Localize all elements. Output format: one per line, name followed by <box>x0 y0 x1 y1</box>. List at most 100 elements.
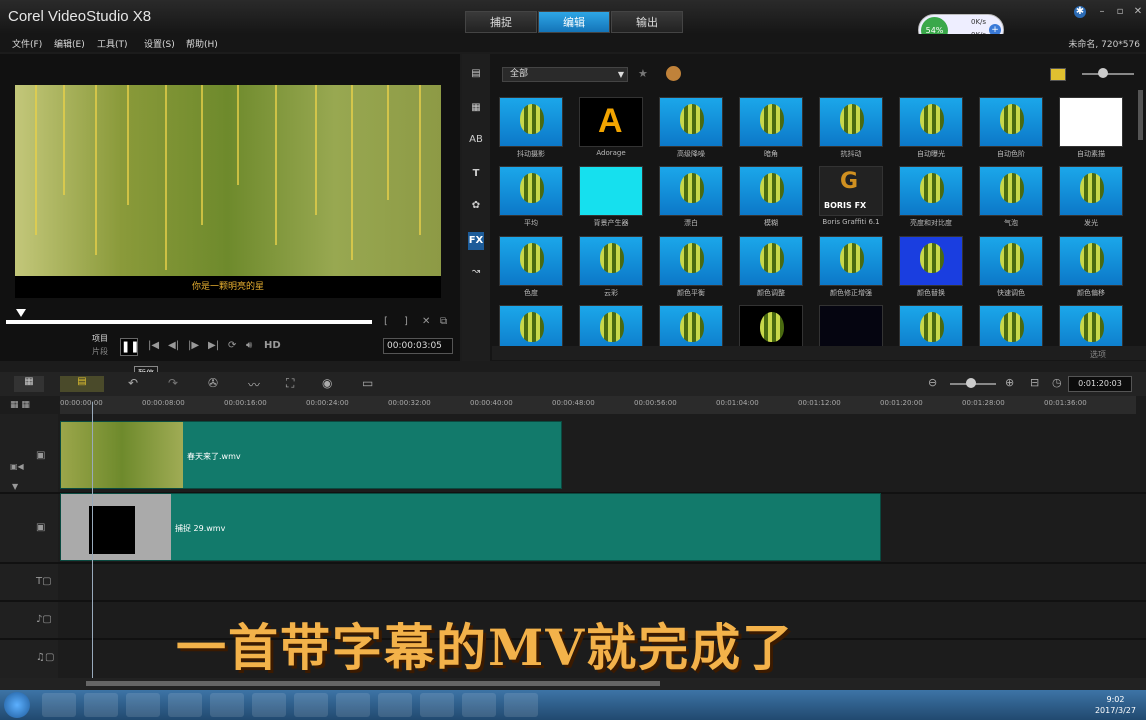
fit-project-icon[interactable]: ⊟ <box>1030 376 1039 389</box>
app-icon[interactable] <box>252 693 286 717</box>
filter-thumbnail[interactable] <box>739 166 803 216</box>
menu-edit[interactable]: 编辑(E) <box>54 37 85 50</box>
filter-thumbnail[interactable] <box>659 97 723 147</box>
instant-project-icon[interactable]: ▦ <box>468 102 484 116</box>
track-manager-icon[interactable]: ▦ ▦ <box>10 400 30 410</box>
chrome-icon[interactable] <box>294 693 328 717</box>
expand-icon[interactable]: ▼ <box>12 482 18 491</box>
scrubber-handle[interactable] <box>16 309 26 317</box>
transition-icon[interactable]: AB <box>468 134 484 148</box>
zoom-handle[interactable] <box>966 378 976 388</box>
mark-out-button[interactable]: ] <box>404 316 408 327</box>
filter-thumbnail[interactable] <box>499 166 563 216</box>
help-icon[interactable]: ✱ <box>1074 6 1086 18</box>
filter-thumbnail[interactable] <box>1059 236 1123 286</box>
volume-icon[interactable]: 🔊︎ <box>246 340 252 351</box>
tab-edit[interactable]: 编辑 <box>538 11 610 33</box>
app-icon[interactable] <box>168 693 202 717</box>
multicam-icon[interactable]: ◉ <box>322 376 332 390</box>
minimize-button[interactable]: – <box>1096 6 1108 18</box>
hd-toggle[interactable]: HD <box>264 340 281 351</box>
app-icon[interactable] <box>420 693 454 717</box>
filter-thumbnail[interactable]: A <box>579 97 643 147</box>
audio-wave-icon[interactable]: 〰 <box>248 376 260 393</box>
mode-project[interactable]: 项目 <box>92 333 108 344</box>
filter-thumbnail[interactable] <box>579 236 643 286</box>
thumb-size-slider[interactable] <box>1082 73 1134 75</box>
zoom-out-icon[interactable]: ⊖ <box>928 376 937 389</box>
path-icon[interactable]: ↝ <box>468 266 484 280</box>
subtitle-icon[interactable]: ▭ <box>362 376 373 390</box>
filter-thumbnail[interactable] <box>499 236 563 286</box>
category-dropdown[interactable]: 全部 ▼ <box>502 67 628 82</box>
timeline-ruler[interactable]: 00:00:00:00 00:00:08:00 00:00:16:00 00:00:2… <box>60 396 1136 414</box>
motion-track-icon[interactable]: ⛶ <box>286 376 294 391</box>
menu-settings[interactable]: 设置(S) <box>144 37 175 50</box>
zoom-in-icon[interactable]: ⊕ <box>1005 376 1014 389</box>
filter-thumbnail[interactable] <box>659 236 723 286</box>
pause-button[interactable]: ❚❚ <box>120 338 139 356</box>
split-icon[interactable]: ✕ <box>422 316 430 327</box>
undo-icon[interactable]: ↶ <box>128 376 138 390</box>
playhead[interactable] <box>92 402 93 678</box>
menu-help[interactable]: 帮助(H) <box>186 37 218 50</box>
close-button[interactable]: ✕ <box>1132 6 1144 18</box>
filter-thumbnail[interactable] <box>579 166 643 216</box>
baidu-icon[interactable] <box>210 693 244 717</box>
fx-filter-icon[interactable]: FX <box>468 232 484 250</box>
word-icon[interactable] <box>378 693 412 717</box>
qq-icon[interactable] <box>336 693 370 717</box>
view-icon[interactable] <box>1050 68 1066 81</box>
filter-thumbnail[interactable] <box>899 166 963 216</box>
star-filter-icon[interactable]: ★ <box>638 67 648 80</box>
filter-thumbnail[interactable] <box>659 166 723 216</box>
start-button[interactable] <box>4 692 30 718</box>
filter-thumbnail[interactable] <box>979 166 1043 216</box>
thumb-size-handle[interactable] <box>1098 68 1108 78</box>
graphics-icon[interactable]: ✿ <box>468 200 484 214</box>
filter-thumbnail[interactable] <box>819 97 883 147</box>
filter-thumbnail[interactable] <box>499 97 563 147</box>
mark-in-button[interactable]: [ <box>384 316 388 327</box>
filter-thumbnail[interactable] <box>1059 97 1123 147</box>
app-icon[interactable] <box>504 693 538 717</box>
repeat-icon[interactable]: ⟳ <box>228 340 236 351</box>
filter-thumbnail[interactable] <box>899 97 963 147</box>
mixer-icon[interactable]: ✇ <box>208 376 218 390</box>
filter-thumbnail[interactable] <box>819 236 883 286</box>
skip-end-icon[interactable]: ▶| <box>208 340 219 351</box>
overlay-clip[interactable]: 捕捉 29.wmv <box>60 493 881 561</box>
videostudio-icon[interactable] <box>462 693 496 717</box>
filter-thumbnail[interactable] <box>979 236 1043 286</box>
scroll-thumb[interactable] <box>86 681 660 686</box>
menu-file[interactable]: 文件(F) <box>12 37 42 50</box>
mode-clip[interactable]: 片段 <box>92 346 108 357</box>
tab-capture[interactable]: 捕捉 <box>465 11 537 33</box>
get-more-icon[interactable] <box>666 66 681 81</box>
prev-frame-icon[interactable]: ◀| <box>168 340 179 351</box>
redo-icon[interactable]: ↷ <box>168 376 178 390</box>
storyboard-view-icon[interactable]: ▦ <box>14 376 44 392</box>
video-clip[interactable]: 春天来了.wmv <box>60 421 562 489</box>
scrubber-bar[interactable] <box>6 320 372 324</box>
folder-icon[interactable] <box>84 693 118 717</box>
filter-thumbnail[interactable]: G BORIS FX <box>819 166 883 216</box>
skip-start-icon[interactable]: |◀ <box>148 340 159 351</box>
tab-share[interactable]: 输出 <box>611 11 683 33</box>
media-player-icon[interactable] <box>126 693 160 717</box>
filter-thumbnail[interactable] <box>739 236 803 286</box>
track-lock-icon[interactable]: ▣◀ <box>10 462 24 471</box>
media-icon[interactable]: ▤ <box>468 68 484 82</box>
timecode-field[interactable]: 00:00:03:05 <box>383 338 453 354</box>
ie-icon[interactable] <box>42 693 76 717</box>
filter-thumbnail[interactable] <box>899 236 963 286</box>
timeline-scrollbar[interactable] <box>0 678 1146 690</box>
filter-thumbnail[interactable] <box>739 97 803 147</box>
title-icon[interactable]: T <box>468 168 484 182</box>
enlarge-icon[interactable]: ⧉ <box>440 316 447 327</box>
library-scrollbar[interactable] <box>1138 90 1143 140</box>
menu-tools[interactable]: 工具(T) <box>97 37 128 50</box>
timeline-view-icon[interactable]: ▤ <box>60 376 104 392</box>
next-frame-icon[interactable]: |▶ <box>188 340 199 351</box>
filter-thumbnail[interactable] <box>979 97 1043 147</box>
